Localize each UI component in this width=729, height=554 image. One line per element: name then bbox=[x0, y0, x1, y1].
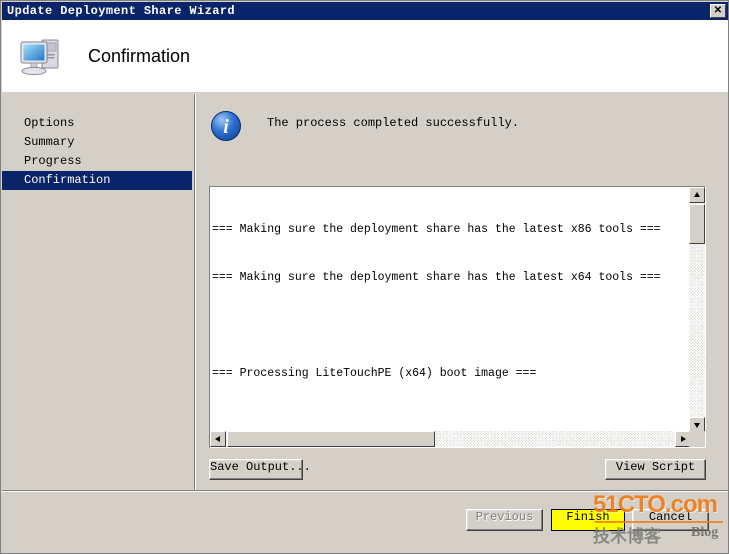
log-line: === Making sure the deployment share has… bbox=[212, 271, 661, 284]
log-line: === Making sure the deployment share has… bbox=[212, 223, 661, 236]
wizard-steps-list: Options Summary Progress Confirmation bbox=[2, 94, 194, 190]
output-log-box[interactable]: === Making sure the deployment share has… bbox=[209, 186, 706, 448]
scroll-left-icon[interactable] bbox=[210, 431, 226, 447]
horizontal-scroll-thumb[interactable] bbox=[227, 431, 435, 447]
window-title: Update Deployment Share Wizard bbox=[7, 4, 236, 18]
sidebar-item-options[interactable]: Options bbox=[2, 114, 194, 133]
log-vertical-scrollbar[interactable] bbox=[689, 187, 705, 433]
wizard-window: Update Deployment Share Wizard ✕ Confirm… bbox=[0, 0, 729, 554]
scrollbar-corner bbox=[689, 431, 705, 447]
info-icon bbox=[211, 111, 241, 141]
status-message-row: The process completed successfully. bbox=[211, 111, 519, 141]
title-bar: Update Deployment Share Wizard ✕ bbox=[2, 2, 728, 20]
vertical-scroll-thumb[interactable] bbox=[689, 204, 705, 244]
content-panel: The process completed successfully. === … bbox=[197, 94, 728, 489]
status-message: The process completed successfully. bbox=[267, 116, 520, 130]
previous-button[interactable]: Previous bbox=[466, 509, 543, 531]
log-line: === Processing LiteTouchPE (x64) boot im… bbox=[212, 367, 537, 380]
wizard-footer: Previous Finish Cancel bbox=[2, 492, 728, 553]
window-controls: ✕ bbox=[710, 4, 728, 18]
sidebar-item-progress[interactable]: Progress bbox=[2, 152, 194, 171]
save-output-button[interactable]: Save Output... bbox=[209, 459, 311, 480]
wizard-steps-sidebar: Options Summary Progress Confirmation bbox=[2, 94, 194, 532]
finish-button[interactable]: Finish bbox=[551, 509, 625, 531]
computer-icon bbox=[16, 32, 68, 80]
sidebar-divider bbox=[194, 94, 196, 532]
sidebar-item-summary[interactable]: Summary bbox=[2, 133, 194, 152]
close-icon[interactable]: ✕ bbox=[710, 4, 726, 18]
output-log-text: === Making sure the deployment share has… bbox=[212, 190, 690, 430]
cancel-button[interactable]: Cancel bbox=[632, 509, 709, 531]
sidebar-item-confirmation[interactable]: Confirmation bbox=[2, 171, 192, 190]
log-horizontal-scrollbar[interactable] bbox=[210, 431, 691, 447]
view-script-button[interactable]: View Script bbox=[605, 459, 706, 480]
page-title: Confirmation bbox=[88, 45, 191, 66]
wizard-header: Confirmation bbox=[2, 20, 728, 92]
scroll-up-icon[interactable] bbox=[689, 187, 705, 203]
